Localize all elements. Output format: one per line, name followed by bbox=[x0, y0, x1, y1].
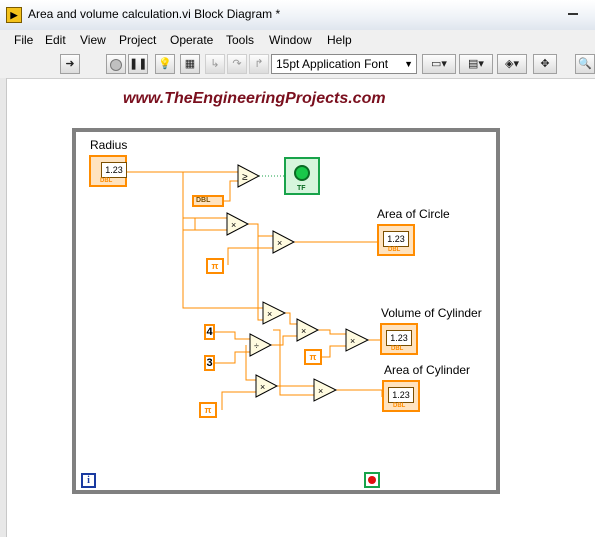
constant-four[interactable]: 4 bbox=[204, 324, 215, 340]
pi-constant-3[interactable]: π bbox=[199, 402, 217, 418]
area-of-circle-value: 1.23 bbox=[383, 231, 409, 247]
area-of-circle-type: DBL bbox=[388, 247, 401, 253]
area-of-cylinder-value: 1.23 bbox=[388, 387, 414, 403]
led-icon bbox=[294, 165, 310, 181]
multiply-node-1: × bbox=[226, 212, 250, 236]
svg-text:×: × bbox=[301, 326, 306, 336]
multiply-node-3: × bbox=[262, 301, 287, 325]
radius-label: Radius bbox=[90, 138, 128, 152]
multiply-node-2: × bbox=[272, 230, 296, 254]
numeric-wires bbox=[127, 171, 383, 410]
volume-of-cylinder-value: 1.23 bbox=[386, 330, 412, 346]
svg-text:×: × bbox=[267, 309, 272, 319]
boolean-indicator[interactable]: TF bbox=[284, 157, 320, 195]
divide-node: ÷ bbox=[249, 333, 273, 357]
svg-text:×: × bbox=[231, 220, 236, 230]
loop-condition-stop-icon[interactable] bbox=[364, 472, 380, 488]
area-of-cylinder-label: Area of Cylinder bbox=[384, 363, 471, 377]
multiply-node-4: × bbox=[296, 318, 320, 342]
area-of-cylinder-type: DBL bbox=[393, 403, 406, 409]
iteration-terminal-icon[interactable]: i bbox=[81, 473, 96, 488]
dbl-constant[interactable]: DBL bbox=[192, 195, 224, 207]
multiply-node-6: × bbox=[255, 374, 279, 398]
area-of-circle-label: Area of Circle bbox=[377, 207, 450, 221]
wiring-diagram: ≥ × × × × × ÷ × × bbox=[127, 164, 383, 410]
volume-of-cylinder-type: DBL bbox=[391, 346, 404, 352]
compare-symbol: ≥ bbox=[242, 172, 248, 183]
radius-type: DBL bbox=[100, 178, 113, 184]
radius-control[interactable]: 1.23 DBL bbox=[89, 155, 127, 187]
volume-of-cylinder-indicator[interactable]: 1.23 DBL bbox=[380, 323, 418, 355]
svg-text:×: × bbox=[318, 386, 323, 396]
radius-value: 1.23 bbox=[101, 162, 127, 178]
area-of-circle-indicator[interactable]: 1.23 DBL bbox=[377, 224, 415, 256]
boolean-type: TF bbox=[297, 185, 306, 192]
pi-constant-1[interactable]: π bbox=[206, 258, 224, 274]
svg-text:×: × bbox=[277, 238, 282, 248]
svg-text:×: × bbox=[350, 336, 355, 346]
constant-three[interactable]: 3 bbox=[204, 355, 215, 371]
multiply-node-7: × bbox=[313, 378, 338, 402]
svg-text:÷: ÷ bbox=[254, 341, 259, 351]
greater-or-equal-node: ≥ bbox=[237, 164, 261, 188]
area-of-cylinder-indicator[interactable]: 1.23 DBL bbox=[382, 380, 420, 412]
pi-constant-2[interactable]: π bbox=[304, 349, 322, 365]
svg-text:×: × bbox=[260, 382, 265, 392]
multiply-node-5: × bbox=[345, 328, 370, 352]
volume-of-cylinder-label: Volume of Cylinder bbox=[381, 306, 482, 320]
